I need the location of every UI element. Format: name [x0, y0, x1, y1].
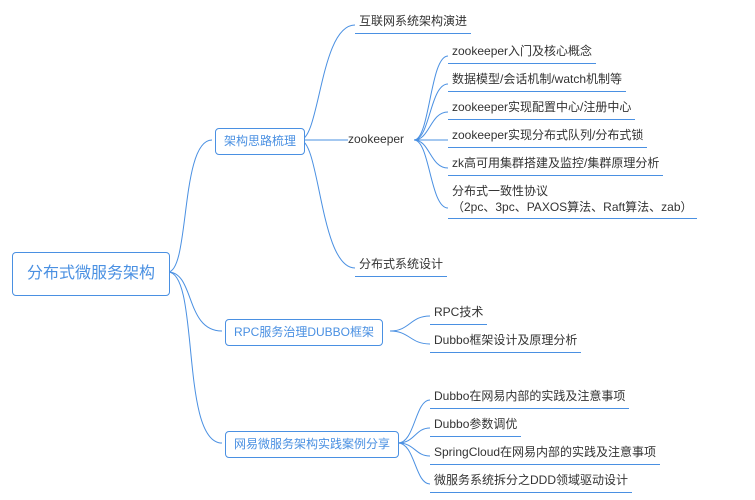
leaf-zk-intro: zookeeper入门及核心概念: [448, 42, 596, 64]
leaf-zk-ha-cluster: zk高可用集群搭建及监控/集群原理分析: [448, 154, 663, 176]
leaf-internet-arch-evolution: 互联网系统架构演进: [355, 12, 471, 34]
leaf-zk-config-registry: zookeeper实现配置中心/注册中心: [448, 98, 635, 120]
sub-zookeeper: zookeeper: [348, 132, 404, 146]
leaf-dubbo-netease-practice: Dubbo在网易内部的实践及注意事项: [430, 387, 629, 409]
leaf-zk-data-model: 数据模型/会话机制/watch机制等: [448, 70, 626, 92]
connector-lines: [0, 0, 755, 500]
leaf-ddd: 微服务系统拆分之DDD领域驱动设计: [430, 471, 632, 493]
branch-arch-thinking[interactable]: 架构思路梳理: [215, 128, 305, 155]
leaf-springcloud-netease: SpringCloud在网易内部的实践及注意事项: [430, 443, 660, 465]
leaf-dubbo-design: Dubbo框架设计及原理分析: [430, 331, 581, 353]
leaf-distributed-system-design: 分布式系统设计: [355, 255, 447, 277]
leaf-rpc-tech: RPC技术: [430, 303, 487, 325]
consistency-line1: 分布式一致性协议: [452, 184, 548, 198]
leaf-zk-queue-lock: zookeeper实现分布式队列/分布式锁: [448, 126, 647, 148]
branch-rpc-dubbo[interactable]: RPC服务治理DUBBO框架: [225, 319, 383, 346]
branch-netease-case[interactable]: 网易微服务架构实践案例分享: [225, 431, 399, 458]
leaf-dubbo-tuning: Dubbo参数调优: [430, 415, 521, 437]
consistency-line2: （2pc、3pc、PAXOS算法、Raft算法、zab）: [452, 200, 693, 214]
root-node[interactable]: 分布式微服务架构: [12, 252, 170, 296]
leaf-consistency-protocol: 分布式一致性协议 （2pc、3pc、PAXOS算法、Raft算法、zab）: [448, 182, 697, 219]
